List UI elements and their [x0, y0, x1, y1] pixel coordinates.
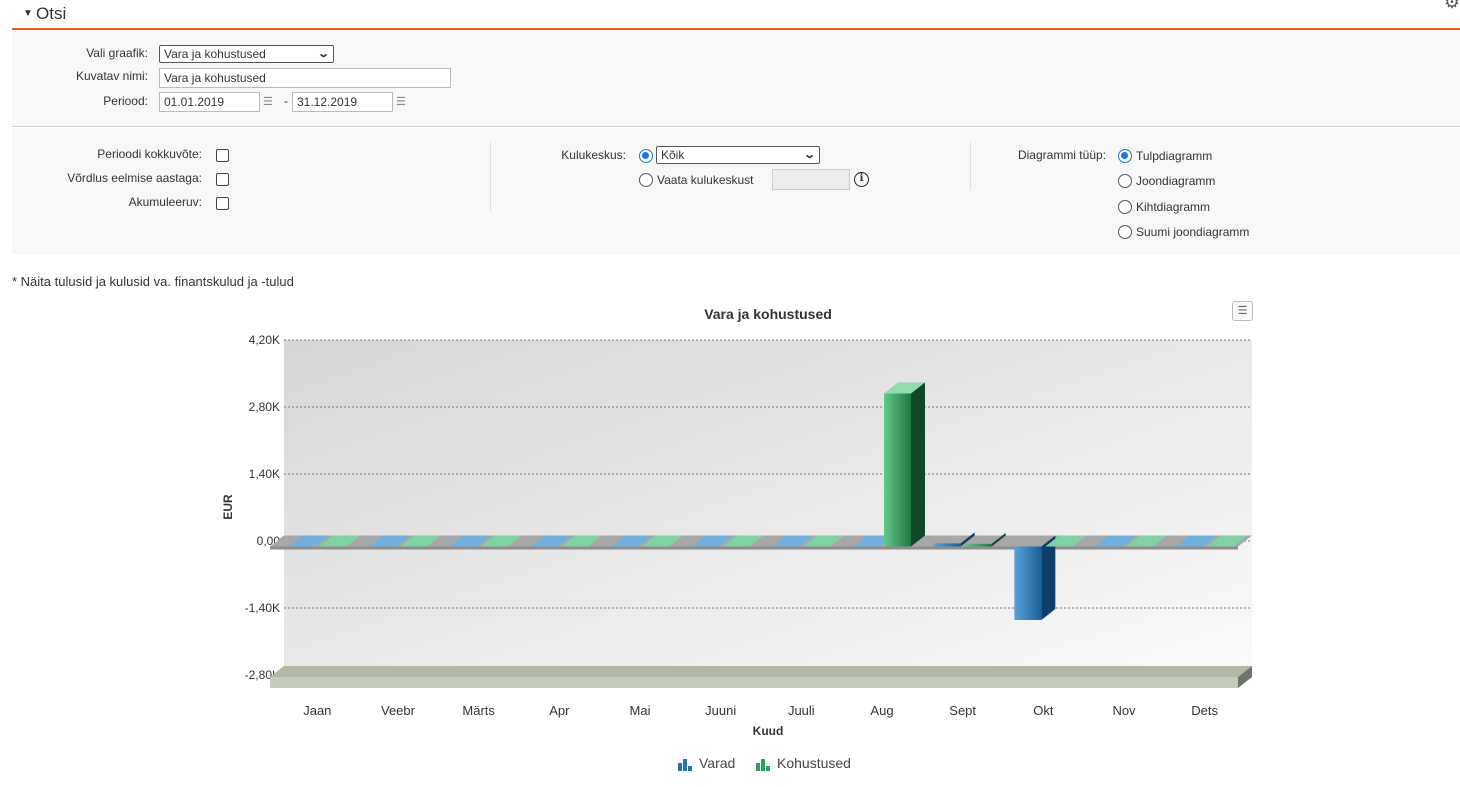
- bar-chart-icon: [761, 759, 765, 771]
- x-tick-label: Märts: [462, 703, 495, 718]
- zero-plane-edge: [270, 546, 1238, 550]
- chart-title: Vara ja kohustused: [704, 306, 832, 322]
- floor-front: [270, 677, 1238, 688]
- y-axis-label: EUR: [221, 494, 235, 520]
- x-tick-label: Apr: [549, 703, 570, 718]
- period-label: Periood:: [103, 94, 148, 108]
- chart-type-area-label: Kihtdiagramm: [1136, 200, 1211, 214]
- compare-label: Võrdlus eelmise aastaga:: [67, 171, 202, 185]
- search-panel-header[interactable]: ▼ Otsi ⚙: [12, 0, 1460, 30]
- x-tick-label: Veebr: [381, 703, 416, 718]
- chart-type-radio-zoom[interactable]: [1118, 225, 1132, 239]
- bar-chart-icon: [766, 766, 770, 771]
- costcenter-input: [772, 169, 850, 190]
- divider: [490, 142, 491, 212]
- x-axis-label: Kuud: [753, 724, 784, 738]
- chart-type-label: Diagrammi tüüp:: [1017, 148, 1106, 162]
- info-icon[interactable]: i: [854, 172, 869, 187]
- name-input[interactable]: Vara ja kohustused: [159, 68, 451, 88]
- costcenter-all-radio[interactable]: [639, 149, 653, 163]
- x-tick-label: Mai: [630, 703, 651, 718]
- x-tick-label: Sept: [949, 703, 976, 718]
- chart-type-bar-label: Tulpdiagramm: [1136, 149, 1213, 163]
- x-tick-label: Juuli: [788, 703, 815, 718]
- bar-chart-icon: [683, 759, 687, 771]
- costcenter-view-radio[interactable]: [639, 173, 653, 187]
- x-tick-label: Juuni: [705, 703, 736, 718]
- legend-label: Kohustused: [777, 755, 851, 771]
- period-to-input[interactable]: 31.12.2019: [292, 92, 393, 112]
- filter-options-section: Perioodi kokkuvõte: Võrdlus eelmise aast…: [12, 128, 1460, 254]
- divider: [970, 142, 971, 190]
- calendar-icon[interactable]: ☰: [263, 95, 273, 108]
- chart-legend[interactable]: Varad Kohustused: [678, 755, 851, 771]
- bar-kohustused: [964, 543, 992, 547]
- x-tick-label: Jaan: [303, 703, 331, 718]
- graph-label: Vali graafik:: [86, 46, 148, 60]
- bar-kohustused: [884, 393, 911, 547]
- plot-area: [284, 340, 1252, 675]
- calendar-icon[interactable]: ☰: [396, 95, 406, 108]
- legend-item-varad[interactable]: Varad: [678, 755, 735, 771]
- y-tick-label: 2,80K: [249, 400, 280, 414]
- y-tick-label: -1,40K: [245, 601, 280, 615]
- bar-varad: [933, 543, 961, 547]
- graph-select[interactable]: Vara ja kohustused ⌄: [159, 45, 334, 63]
- floor-top: [270, 666, 1252, 677]
- panel-title: Otsi: [36, 4, 67, 23]
- collapse-triangle-icon[interactable]: ▼: [23, 8, 33, 19]
- chart-type-radio-bar[interactable]: [1118, 149, 1132, 163]
- bar-varad: [1014, 546, 1042, 620]
- x-tick-label: Nov: [1112, 703, 1136, 718]
- chart-note: * Näita tulusid ja kulusid va. finantsku…: [12, 274, 294, 289]
- period-from-input[interactable]: 01.01.2019: [159, 92, 260, 112]
- chevron-down-icon: ⌄: [802, 149, 816, 161]
- y-tick-label: 4,20K: [249, 333, 280, 347]
- x-tick-label: Dets: [1191, 703, 1218, 718]
- chart-type-zoom-label: Suumi joondiagramm: [1136, 225, 1250, 239]
- chevron-down-icon: ⌄: [316, 48, 330, 60]
- chart-type-radio-line[interactable]: [1118, 174, 1132, 188]
- cumulative-label: Akumuleeruv:: [128, 195, 202, 209]
- bar-varad-side: [1041, 535, 1056, 620]
- filter-top-section: Vali graafik: Vara ja kohustused ⌄ Kuvat…: [12, 31, 1460, 127]
- summary-label: Perioodi kokkuvõte:: [97, 147, 202, 161]
- legend-label: Varad: [699, 755, 735, 771]
- y-tick-label: 1,40K: [249, 467, 280, 481]
- x-tick-label: Aug: [870, 703, 893, 718]
- compare-checkbox[interactable]: [216, 173, 229, 186]
- bar-chart-icon: [688, 766, 692, 771]
- x-tick-label: Okt: [1033, 703, 1054, 718]
- cumulative-checkbox[interactable]: [216, 197, 229, 210]
- costcenter-select-value: Kõik: [661, 148, 685, 162]
- costcenter-view-label: Vaata kulukeskust: [657, 173, 754, 187]
- summary-checkbox[interactable]: [216, 149, 229, 162]
- bar-chart-icon: [678, 763, 682, 771]
- graph-select-value: Vara ja kohustused: [164, 47, 266, 61]
- costcenter-select[interactable]: Kõik ⌄: [656, 146, 820, 164]
- name-label: Kuvatav nimi:: [75, 69, 148, 83]
- gears-icon[interactable]: ⚙: [1444, 0, 1460, 13]
- period-separator: -: [284, 94, 288, 108]
- bar-chart-icon: [756, 763, 760, 771]
- costcenter-label: Kulukeskus:: [561, 148, 626, 162]
- chart-type-line-label: Joondiagramm: [1136, 174, 1216, 188]
- bar-chart: Vara ja kohustused EUR Kuud 4,20K 2,80K 1,…: [221, 306, 1252, 771]
- chart-type-radio-area[interactable]: [1118, 200, 1132, 214]
- legend-item-kohustused[interactable]: Kohustused: [756, 755, 851, 771]
- bar-kohustused-side: [911, 382, 925, 547]
